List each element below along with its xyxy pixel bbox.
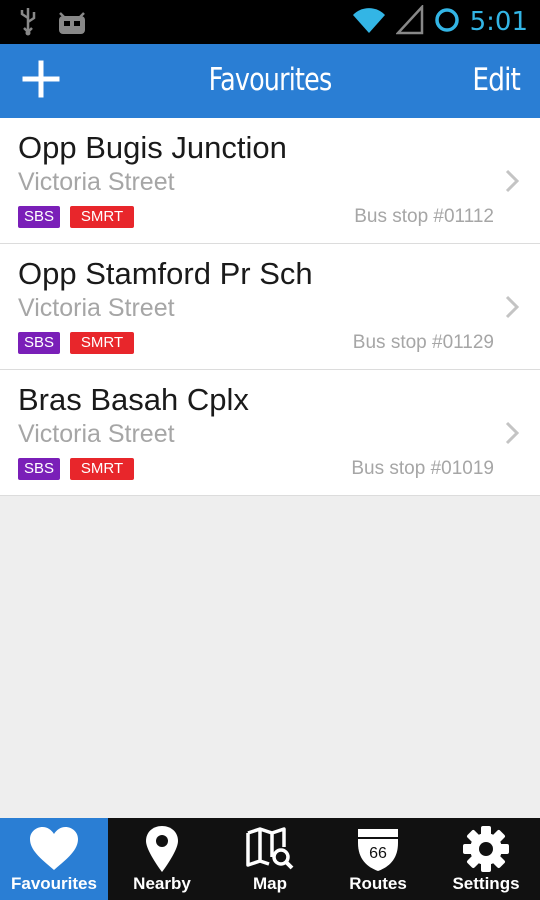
tab-nearby[interactable]: Nearby [108, 818, 216, 900]
list-item[interactable]: Bras Basah Cplx Victoria Street SBS SMRT… [0, 370, 540, 496]
tab-settings[interactable]: Settings [432, 818, 540, 900]
route-number: 66 [369, 845, 387, 862]
stop-street: Victoria Street [18, 294, 175, 322]
bus-stop-code: Bus stop #01019 [351, 458, 494, 479]
location-pin-icon [144, 818, 180, 874]
chevron-right-icon [502, 168, 522, 194]
chevron-right-icon [502, 420, 522, 446]
favourites-list: Opp Bugis Junction Victoria Street SBS S… [0, 118, 540, 496]
route-shield-icon: 66 [355, 818, 401, 874]
smrt-badge: SMRT [70, 332, 135, 354]
chevron-right-icon [502, 294, 522, 320]
stop-street: Victoria Street [18, 168, 175, 196]
map-search-icon [245, 818, 295, 874]
stop-name: Bras Basah Cplx [18, 382, 249, 417]
tab-label: Map [253, 874, 287, 893]
tab-label: Routes [349, 874, 407, 893]
sbs-badge: SBS [18, 332, 61, 354]
heart-icon [28, 818, 80, 874]
edit-button[interactable]: Edit [472, 62, 520, 98]
tab-map[interactable]: Map [216, 818, 324, 900]
list-item[interactable]: Opp Stamford Pr Sch Victoria Street SBS … [0, 244, 540, 370]
usb-icon [18, 6, 38, 41]
tab-label: Favourites [11, 874, 97, 893]
smrt-badge: SMRT [70, 458, 135, 480]
stop-name: Opp Stamford Pr Sch [18, 256, 313, 291]
wifi-icon [352, 5, 386, 40]
tab-label: Nearby [133, 874, 191, 893]
list-item[interactable]: Opp Bugis Junction Victoria Street SBS S… [0, 118, 540, 244]
stop-name: Opp Bugis Junction [18, 130, 287, 165]
status-time: 5:01 [469, 7, 528, 37]
tab-routes[interactable]: 66 Routes [324, 818, 432, 900]
bottom-tab-bar: Favourites Nearby Map 66 Routes Settings [0, 818, 540, 900]
operator-badges: SBS SMRT [18, 206, 135, 228]
sbs-badge: SBS [18, 206, 61, 228]
sync-icon [434, 5, 460, 40]
bus-stop-code: Bus stop #01129 [352, 332, 494, 353]
sbs-badge: SBS [18, 458, 61, 480]
gear-icon [462, 818, 510, 874]
status-bar: 5:01 [0, 0, 540, 44]
bus-stop-code: Bus stop #01112 [354, 206, 494, 227]
android-debug-icon [56, 7, 88, 40]
signal-icon [394, 3, 424, 40]
operator-badges: SBS SMRT [18, 332, 135, 354]
tab-favourites[interactable]: Favourites [0, 818, 108, 900]
app-bar: Favourites Edit [0, 44, 540, 118]
tab-label: Settings [452, 874, 520, 893]
operator-badges: SBS SMRT [18, 458, 135, 480]
stop-street: Victoria Street [18, 420, 175, 448]
page-title: Favourites [208, 62, 333, 98]
smrt-badge: SMRT [70, 206, 135, 228]
